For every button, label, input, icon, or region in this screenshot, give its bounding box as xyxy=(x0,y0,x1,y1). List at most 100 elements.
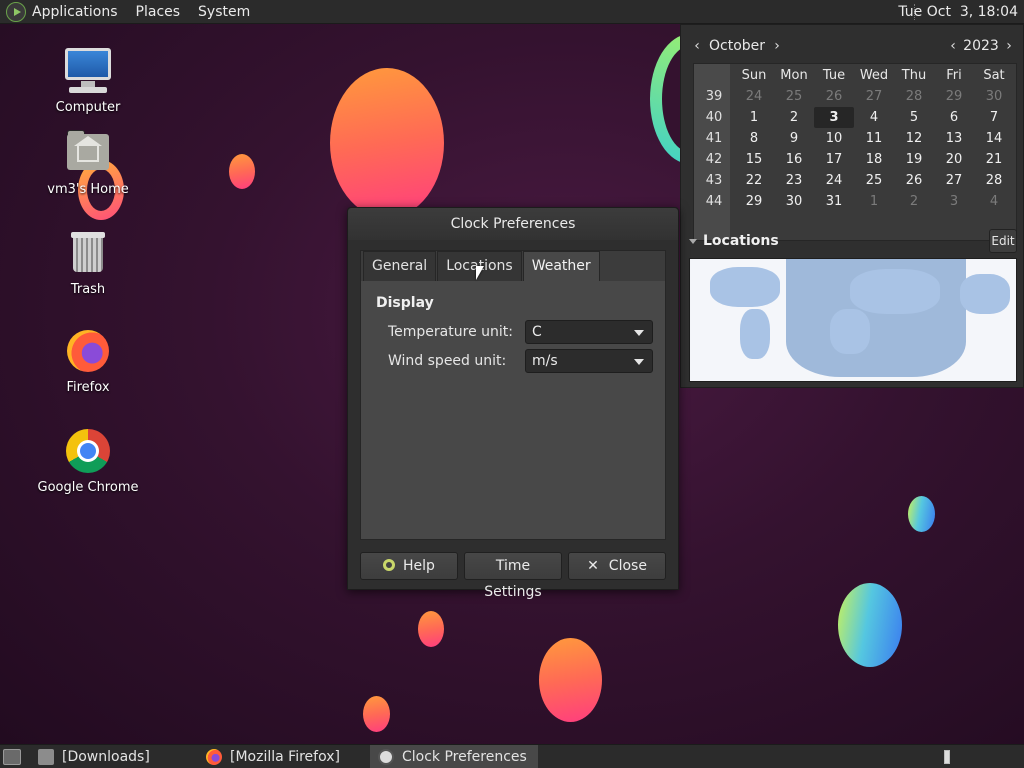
map-landmass xyxy=(830,309,870,354)
calendar-day[interactable]: 25 xyxy=(774,86,814,107)
wind-speed-unit-label: Wind speed unit: xyxy=(388,353,507,369)
close-button[interactable]: ✕ Close xyxy=(568,552,666,580)
calendar-week-row: 40 1 2 3 4 5 6 7 xyxy=(694,107,1018,128)
next-month-icon[interactable]: › xyxy=(769,38,785,54)
calendar-day[interactable]: 12 xyxy=(894,128,934,149)
top-panel: Applications Places System Tue Oct 3, 18… xyxy=(0,0,1024,24)
calendar-day[interactable]: 25 xyxy=(854,170,894,191)
folder-icon xyxy=(38,749,54,765)
map-landmass xyxy=(710,267,780,307)
tab-weather[interactable]: Weather xyxy=(522,251,600,281)
taskbar-item-label: Clock Preferences xyxy=(402,749,527,765)
calendar-week-row: 39 24 25 26 27 28 29 30 xyxy=(694,86,1018,107)
taskbar-item-label: [Downloads] xyxy=(62,749,150,765)
calendar-day[interactable]: 8 xyxy=(734,128,774,149)
calendar-day[interactable]: 24 xyxy=(814,170,854,191)
weekday-header: Thu xyxy=(901,68,927,83)
calendar-day[interactable]: 28 xyxy=(894,86,934,107)
preferences-notebook: General Locations Weather Display Temper… xyxy=(360,250,666,540)
time-settings-button[interactable]: Time Settings xyxy=(464,552,562,600)
calendar-day[interactable]: 19 xyxy=(894,149,934,170)
temperature-unit-combo[interactable]: C xyxy=(525,320,653,344)
calendar-day[interactable]: 30 xyxy=(774,191,814,212)
taskbar-item-clock-preferences[interactable]: Clock Preferences xyxy=(370,745,538,768)
decor-blob xyxy=(229,154,255,189)
bottom-panel: [Downloads] [Mozilla Firefox] Clock Pref… xyxy=(0,744,1024,768)
help-button[interactable]: Help xyxy=(360,552,458,580)
tab-general[interactable]: General xyxy=(363,251,437,281)
menu-places[interactable]: Places xyxy=(136,4,181,20)
weekday-header: Mon xyxy=(780,68,808,83)
panel-clock[interactable]: Tue Oct 3, 18:04 xyxy=(898,0,1018,24)
calendar-day[interactable]: 13 xyxy=(934,128,974,149)
firefox-icon xyxy=(63,326,113,376)
desktop-icon-chrome[interactable]: Google Chrome xyxy=(28,426,148,495)
calendar-day[interactable]: 29 xyxy=(934,86,974,107)
taskbar-item-firefox[interactable]: [Mozilla Firefox] xyxy=(198,745,364,768)
next-year-icon[interactable]: › xyxy=(1001,38,1017,54)
desktop-icon-trash[interactable]: Trash xyxy=(28,228,148,297)
calendar-year: 2023 xyxy=(963,38,999,54)
prev-month-icon[interactable]: ‹ xyxy=(689,38,705,54)
map-landmass xyxy=(740,309,770,359)
calendar-day[interactable]: 26 xyxy=(814,86,854,107)
decor-blob xyxy=(539,638,602,722)
calendar-day[interactable]: 16 xyxy=(774,149,814,170)
calendar-day[interactable]: 27 xyxy=(854,86,894,107)
calendar-day[interactable]: 5 xyxy=(894,107,934,128)
calendar-day[interactable]: 23 xyxy=(774,170,814,191)
menu-logo-icon[interactable] xyxy=(6,1,26,22)
help-icon xyxy=(383,559,396,571)
calendar-day[interactable]: 22 xyxy=(734,170,774,191)
calendar-day[interactable]: 4 xyxy=(854,107,894,128)
calendar-day[interactable]: 27 xyxy=(934,170,974,191)
calendar-day[interactable]: 21 xyxy=(974,149,1014,170)
calendar-day[interactable]: 2 xyxy=(894,191,934,212)
calendar-day[interactable]: 3 xyxy=(934,191,974,212)
calendar-day[interactable]: 17 xyxy=(814,149,854,170)
calendar-day[interactable]: 26 xyxy=(894,170,934,191)
wind-speed-unit-combo[interactable]: m/s xyxy=(525,349,653,373)
calendar-day[interactable]: 3 xyxy=(814,107,854,128)
chrome-icon xyxy=(63,426,113,476)
calendar-day[interactable]: 14 xyxy=(974,128,1014,149)
calendar-day[interactable]: 1 xyxy=(854,191,894,212)
desktop-icon-firefox[interactable]: Firefox xyxy=(28,326,148,395)
calendar-day[interactable]: 7 xyxy=(974,107,1014,128)
calendar-day[interactable]: 30 xyxy=(974,86,1014,107)
calendar-day[interactable]: 24 xyxy=(734,86,774,107)
taskbar-item-downloads[interactable]: [Downloads] xyxy=(30,745,196,768)
show-desktop-icon[interactable] xyxy=(3,749,21,765)
calendar-day[interactable]: 15 xyxy=(734,149,774,170)
desktop-icon-home[interactable]: vm3's Home xyxy=(28,128,148,197)
calendar-day[interactable]: 11 xyxy=(854,128,894,149)
weekday-header: Tue xyxy=(822,68,846,83)
calendar-day[interactable]: 9 xyxy=(774,128,814,149)
workspace-switcher[interactable] xyxy=(944,750,950,764)
calendar-day[interactable]: 1 xyxy=(734,107,774,128)
locations-header: Locations Edit xyxy=(689,229,1017,253)
calendar-day[interactable]: 28 xyxy=(974,170,1014,191)
menu-system[interactable]: System xyxy=(198,4,250,20)
dialog-title[interactable]: Clock Preferences xyxy=(348,208,678,240)
calendar-day[interactable]: 29 xyxy=(734,191,774,212)
desktop-icon-computer[interactable]: Computer xyxy=(28,46,148,115)
dropdown-arrow-icon xyxy=(634,359,644,365)
calendar-day[interactable]: 4 xyxy=(974,191,1014,212)
week-number: 41 xyxy=(705,131,723,146)
calendar-day[interactable]: 18 xyxy=(854,149,894,170)
calendar-day[interactable]: 31 xyxy=(814,191,854,212)
week-number: 39 xyxy=(705,89,723,104)
week-number: 43 xyxy=(705,173,723,188)
edit-locations-button[interactable]: Edit xyxy=(989,229,1017,253)
calendar-day[interactable]: 10 xyxy=(814,128,854,149)
prev-year-icon[interactable]: ‹ xyxy=(945,38,961,54)
calendar-day[interactable]: 6 xyxy=(934,107,974,128)
weekday-header: Wed xyxy=(859,68,889,83)
calendar-day[interactable]: 2 xyxy=(774,107,814,128)
menu-applications[interactable]: Applications xyxy=(32,4,118,20)
expander-icon[interactable] xyxy=(689,238,697,244)
calendar-day[interactable]: 20 xyxy=(934,149,974,170)
calendar-header: ‹ October › ‹ 2023 › xyxy=(689,33,1017,59)
desktop-icon-label: Trash xyxy=(70,282,106,297)
